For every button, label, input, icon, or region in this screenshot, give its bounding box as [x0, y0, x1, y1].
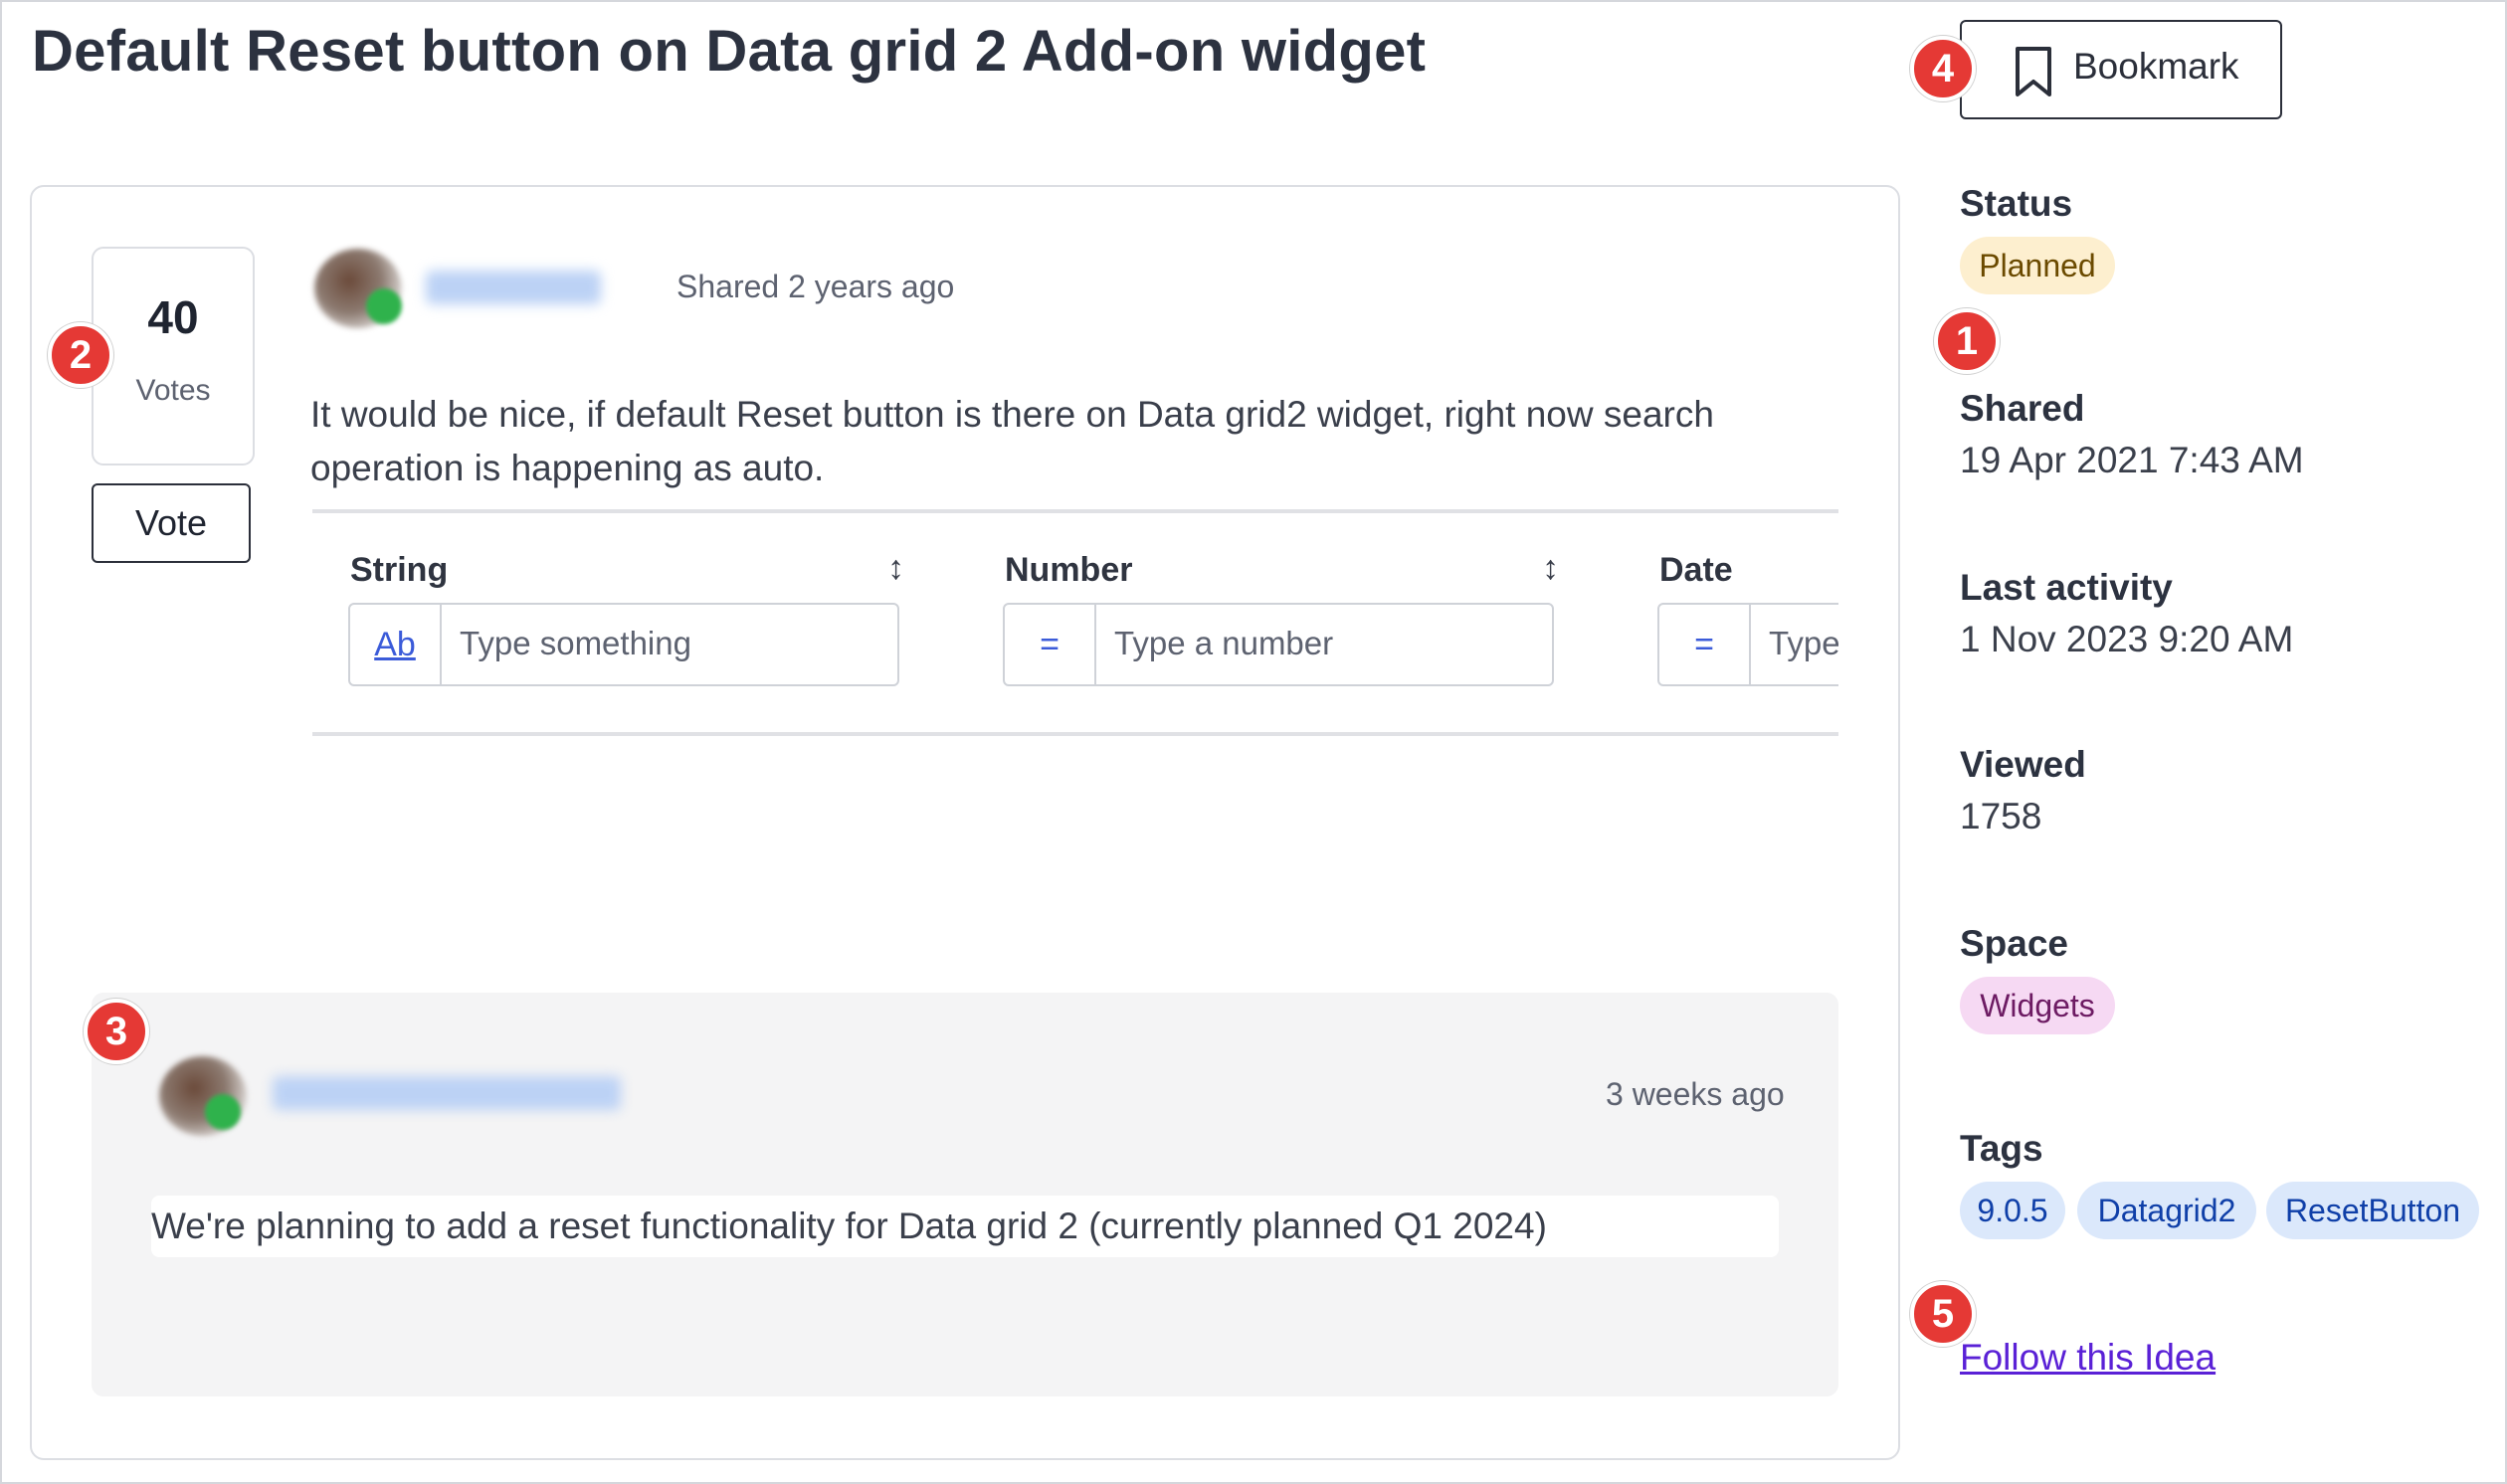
embedded-screenshot: String ↕ Ab Type something Number ↕ = Ty…: [312, 509, 1838, 736]
bookmark-icon: [2016, 47, 2051, 96]
reply-body: We're planning to add a reset functional…: [151, 1196, 1779, 1257]
bookmark-button[interactable]: Bookmark: [1960, 20, 2282, 119]
mock-column-date: Date = Type: [1622, 513, 1838, 732]
shared-label: Shared: [1960, 388, 2085, 429]
mock-filter-input: = Type a number: [1003, 603, 1554, 686]
marker-2: 2: [48, 322, 113, 388]
tags-label: Tags: [1960, 1128, 2043, 1169]
mock-filter-input: Ab Type something: [348, 603, 899, 686]
shared-time: Shared 2 years ago: [676, 269, 955, 304]
marker-3: 3: [84, 999, 149, 1064]
marker-5: 5: [1910, 1281, 1976, 1347]
shared-date: 19 Apr 2021 7:43 AM: [1960, 440, 2304, 480]
reply-author-name-link[interactable]: [273, 1076, 621, 1110]
follow-idea-link[interactable]: Follow this Idea: [1960, 1337, 2216, 1379]
reply-time: 3 weeks ago: [1606, 1076, 1785, 1112]
space-label: Space: [1960, 923, 2069, 964]
vote-button[interactable]: Vote: [92, 483, 251, 563]
last-activity-date: 1 Nov 2023 9:20 AM: [1960, 619, 2294, 659]
bookmark-label: Bookmark: [2073, 46, 2239, 87]
tag-chip[interactable]: Datagrid2: [2077, 1182, 2256, 1239]
post-body: It would be nice, if default Reset butto…: [310, 394, 1714, 488]
sort-arrows-icon: ↕: [887, 549, 904, 587]
votes-count: 40: [147, 291, 199, 343]
viewed-count: 1758: [1960, 796, 2042, 836]
equals-filter-icon: =: [1005, 605, 1096, 684]
page-title: Default Reset button on Data grid 2 Add-…: [32, 19, 1427, 84]
votes-box: 40 Votes: [92, 247, 255, 465]
mock-placeholder: Type something: [460, 625, 691, 661]
sort-arrows-icon: ↕: [1542, 549, 1559, 587]
mock-placeholder: Type: [1769, 625, 1838, 661]
mock-column-label: Number: [1005, 551, 1133, 589]
reply-card: [92, 993, 1838, 1396]
mock-column-label: Date: [1659, 551, 1733, 589]
space-badge[interactable]: Widgets: [1960, 977, 2115, 1034]
mock-column-string: String ↕ Ab Type something: [312, 513, 904, 732]
online-indicator-icon: [366, 288, 402, 324]
reply-body-text: We're planning to add a reset functional…: [151, 1206, 1547, 1246]
author-name-link[interactable]: [426, 271, 601, 304]
equals-filter-icon: =: [1659, 605, 1751, 684]
status-label: Status: [1960, 183, 2073, 224]
marker-1: 1: [1934, 308, 2000, 374]
mock-column-label: String: [350, 551, 449, 589]
status-badge: Planned: [1960, 237, 2115, 294]
votes-label: Votes: [135, 374, 211, 407]
mock-column-number: Number ↕ = Type a number: [967, 513, 1559, 732]
mock-placeholder: Type a number: [1114, 625, 1334, 661]
last-activity-label: Last activity: [1960, 567, 2173, 608]
tag-chip[interactable]: ResetButton: [2266, 1182, 2479, 1239]
tag-chip[interactable]: 9.0.5: [1960, 1182, 2065, 1239]
text-filter-icon: Ab: [350, 605, 442, 684]
mock-filter-input: = Type: [1657, 603, 1838, 686]
online-indicator-icon: [205, 1094, 241, 1130]
marker-4: 4: [1910, 36, 1976, 101]
viewed-label: Viewed: [1960, 744, 2086, 785]
